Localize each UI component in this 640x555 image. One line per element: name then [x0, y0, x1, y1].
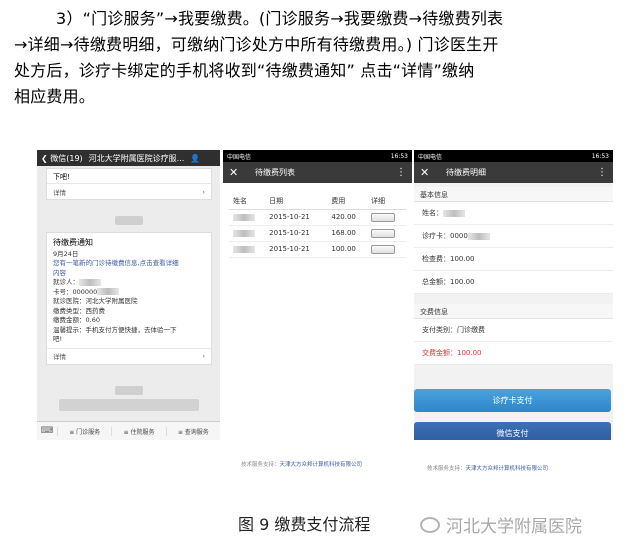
- table-row: 2015-10-21 420.00: [229, 209, 406, 226]
- paragraph-line-2: →详细→待缴费明细，可缴纳门诊处方中所有待缴费用。) 门诊医生开: [14, 35, 499, 54]
- title-bar: ✕ 待缴费明细 ⋮: [414, 162, 613, 183]
- payment-info-section: 交费信息 支付类别：门诊缴费 交费金额：100.00: [414, 304, 613, 365]
- page-title: 待缴费明细: [446, 168, 486, 177]
- payment-details-screenshot: 中国电信 16:53 ✕ 待缴费明细 ⋮ 基本信息 姓名： 诊疗卡：0000 检…: [414, 150, 613, 440]
- user-icon[interactable]: 👤: [190, 154, 200, 163]
- carrier-label: 中国电信: [227, 153, 252, 161]
- redacted-name: [233, 213, 255, 221]
- paragraph-line-4: 相应费用。: [14, 87, 96, 106]
- tech-support-note: 技术服务支持：天津大方众邦计算机科技有限公司: [241, 460, 362, 468]
- menu-inpatient[interactable]: ≡ 住院服务: [111, 426, 165, 436]
- detail-button[interactable]: [371, 228, 396, 238]
- tip-row-cont: 吧!: [53, 335, 63, 343]
- section-header: 交费信息: [414, 304, 613, 319]
- redacted-name: [233, 229, 255, 237]
- table-row: 2015-10-21 168.00: [229, 225, 406, 242]
- paragraph-line-1: 3）“门诊服务”→我要缴费。(门诊服务→我要缴费→待缴费列表: [56, 9, 504, 28]
- hospital-row: 就诊医院：河北大学附属医院: [53, 297, 138, 305]
- wechat-pay-button[interactable]: 微信支付: [414, 422, 611, 440]
- payment-amount-row: 交费金额：100.00: [414, 342, 613, 365]
- redacted-name: [233, 245, 255, 253]
- row-fee: 168.00: [327, 225, 368, 242]
- close-icon[interactable]: ✕: [229, 166, 247, 179]
- watermark-text: 河北大学附属医院: [446, 517, 582, 537]
- clock: 16:53: [591, 152, 609, 160]
- amount-row: 缴费金额：0.60: [53, 316, 100, 324]
- header-date: 日期: [265, 193, 328, 210]
- support-label: 技术服务支持：: [241, 462, 280, 468]
- notice-summary-cont: 内容: [53, 268, 66, 277]
- header-name: 姓名: [229, 193, 266, 210]
- back-button[interactable]: ❮ 微信(19): [41, 153, 83, 164]
- detail-button[interactable]: [371, 212, 396, 222]
- chat-title: 河北大学附属医院诊疗服...: [88, 153, 185, 163]
- page-title: 待缴费列表: [255, 168, 295, 177]
- title-bar: ✕ 待缴费列表 ⋮: [223, 162, 412, 183]
- payment-notice-card[interactable]: 待缴费通知 9月24日 您有一笔新的门诊待缴费信息,点击查看详细 内容 就诊人：…: [46, 232, 212, 365]
- check-fee-row: 检查费：100.00: [414, 248, 613, 271]
- chevron-right-icon: ›: [202, 352, 205, 360]
- more-icon[interactable]: ⋮: [396, 167, 406, 178]
- menu-outpatient[interactable]: ≡ 门诊服务: [57, 426, 111, 436]
- row-date: 2015-10-21: [265, 225, 328, 242]
- table-row: 2015-10-21 100.00: [229, 241, 406, 258]
- notice-date: 9月24日: [53, 249, 79, 258]
- total-row: 总金额：100.00: [414, 271, 613, 294]
- more-icon[interactable]: ⋮: [597, 167, 607, 178]
- table-header: 姓名 日期 费用 详细: [229, 193, 406, 210]
- row-fee: 100.00: [327, 241, 368, 258]
- system-hint: [59, 399, 199, 411]
- clock: 16:53: [390, 152, 408, 160]
- status-bar: 中国电信 16:53: [414, 150, 613, 162]
- notice-title: 待缴费通知: [53, 238, 93, 247]
- pending-payment-table: 姓名 日期 费用 详细 2015-10-21 420.00 2015-10-21…: [229, 193, 406, 258]
- watermark: 河北大学附属医院: [420, 512, 582, 537]
- row-date: 2015-10-21: [265, 209, 328, 226]
- card-pay-button[interactable]: 诊疗卡支付: [414, 389, 611, 412]
- wechat-chat-screenshot: ❮ 微信(19) 河北大学附属医院诊疗服... 👤 下吧! 详情 › 待缴费通知 …: [37, 150, 220, 440]
- support-company: 天津大方众邦计算机科技有限公司: [465, 466, 549, 472]
- support-label: 技术服务支持：: [427, 466, 466, 472]
- details-link[interactable]: 详情 ›: [47, 183, 211, 199]
- section-header: 基本信息: [414, 187, 613, 202]
- basic-info-section: 基本信息 姓名： 诊疗卡：0000 检查费：100.00 总金额：100.00: [414, 187, 613, 294]
- details-link[interactable]: 详情 ›: [47, 347, 211, 364]
- card-row: 诊疗卡：0000: [414, 225, 613, 248]
- keyboard-icon[interactable]: ⌨: [37, 426, 57, 436]
- name-row: 姓名：: [414, 202, 613, 225]
- wechat-logo-icon: [420, 516, 440, 533]
- visitor-row: 就诊人：: [53, 278, 205, 288]
- paragraph-line-3: 处方后，诊疗卡绑定的手机将收到“待缴费通知” 点击“详情”缴纳: [14, 61, 475, 80]
- timestamp-bubble: [115, 216, 143, 225]
- bottom-menu: ⌨ ≡ 门诊服务 ≡ 住院服务 ≡ 查询服务: [37, 421, 220, 440]
- close-icon[interactable]: ✕: [420, 166, 438, 179]
- notice-summary: 您有一笔新的门诊待缴费信息,点击查看详细: [53, 259, 179, 267]
- card-number-row: 卡号：000000: [53, 288, 205, 298]
- payment-type-row: 支付类别：门诊缴费: [414, 319, 613, 342]
- header-fee: 费用: [327, 193, 368, 210]
- carrier-label: 中国电信: [418, 153, 443, 161]
- instruction-paragraph: 3）“门诊服务”→我要缴费。(门诊服务→我要缴费→待缴费列表 →详细→待缴费明细…: [14, 6, 634, 110]
- tip-row: 温馨提示：手机支付方便快捷，去体验一下: [53, 325, 177, 334]
- status-bar: 中国电信 16:53: [223, 150, 412, 162]
- detail-button[interactable]: [371, 244, 396, 254]
- chevron-right-icon: ›: [202, 187, 205, 196]
- previous-message-card: 下吧! 详情 ›: [46, 168, 212, 200]
- chat-header: ❮ 微信(19) 河北大学附属医院诊疗服... 👤: [37, 150, 220, 166]
- previous-message-text: 下吧!: [53, 173, 70, 181]
- tech-support-note: 技术服务支持：天津大方众邦计算机科技有限公司: [427, 464, 548, 472]
- row-fee: 420.00: [327, 209, 368, 226]
- timestamp-bubble: [115, 386, 143, 395]
- fee-type-row: 缴费类型：西药费: [53, 306, 105, 315]
- header-detail: 详细: [367, 193, 406, 210]
- row-date: 2015-10-21: [265, 241, 328, 258]
- menu-query[interactable]: ≡ 查询服务: [165, 426, 220, 436]
- pending-payment-list-screenshot: 中国电信 16:53 ✕ 待缴费列表 ⋮ 姓名 日期 费用 详细 2015-10…: [223, 150, 412, 440]
- figure-caption: 图 9 缴费支付流程: [238, 515, 371, 534]
- support-company: 天津大方众邦计算机科技有限公司: [279, 462, 363, 468]
